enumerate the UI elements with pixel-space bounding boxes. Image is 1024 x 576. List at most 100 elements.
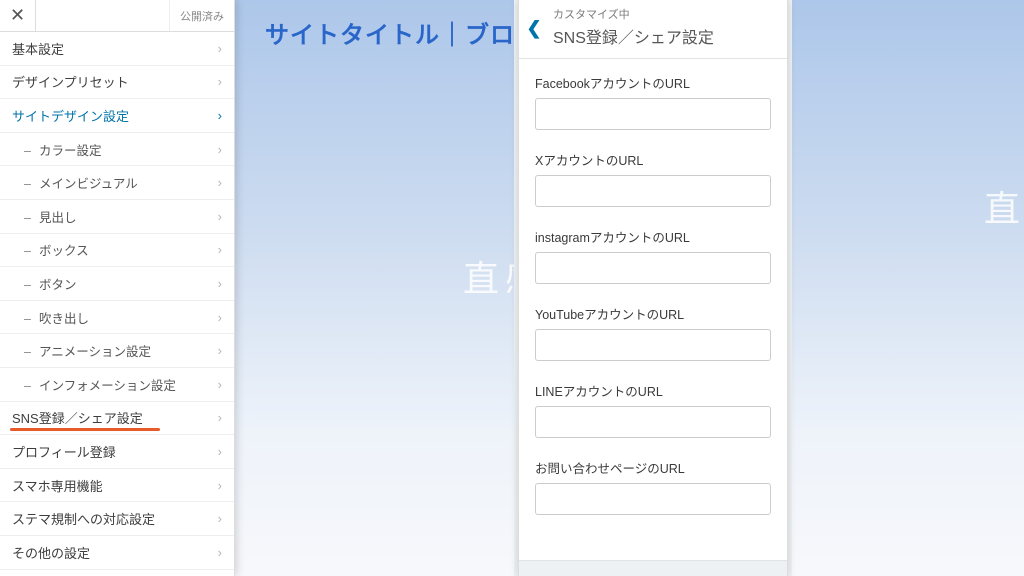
panel-header: ❮ カスタマイズ中 SNS登録／シェア設定 (519, 0, 787, 59)
sidebar-item-label: サイトデザイン設定 (12, 106, 129, 125)
sidebar-item-label: –吹き出し (24, 308, 89, 327)
dash-icon: – (24, 144, 31, 158)
sidebar-subitem[interactable]: –カラー設定 › (0, 133, 234, 167)
customize-sidebar: ✕ 公開済み 基本設定›デザインプリセット›サイトデザイン設定›–カラー設定›–… (0, 0, 235, 576)
sidebar-item-text: メインビジュアル (39, 177, 138, 191)
field-label: お問い合わせページのURL (535, 458, 771, 477)
chevron-right-icon: › (218, 444, 222, 459)
sidebar-item-label: –アニメーション設定 (24, 341, 151, 360)
url-field-block: FacebookアカウントのURL (535, 73, 771, 130)
sidebar-subitem[interactable]: –アニメーション設定 › (0, 334, 234, 368)
sidebar-item[interactable]: デザインプリセット › (0, 66, 234, 100)
publish-status[interactable]: 公開済み (169, 0, 234, 31)
sidebar-item[interactable]: その他の設定 › (0, 536, 234, 570)
chevron-right-icon: › (218, 276, 222, 291)
sidebar-item-label: –カラー設定 (24, 140, 101, 159)
dash-icon: – (24, 211, 31, 225)
sidebar-item-label: –見出し (24, 207, 76, 226)
sidebar-item-label: –インフォメーション設定 (24, 375, 176, 394)
chevron-right-icon: › (218, 242, 222, 257)
chevron-right-icon: › (218, 41, 222, 56)
sidebar-item-text: アニメーション設定 (39, 345, 151, 359)
url-field-block: お問い合わせページのURL (535, 458, 771, 515)
sidebar-item-label: –ボタン (24, 274, 76, 293)
chevron-right-icon: › (218, 478, 222, 493)
field-label: XアカウントのURL (535, 150, 771, 169)
chevron-right-icon: › (218, 142, 222, 157)
sidebar-item-text: 吹き出し (39, 312, 89, 326)
sidebar-item-label: プロフィール登録 (12, 442, 116, 461)
sidebar-item[interactable]: スマホ専用機能 › (0, 469, 234, 503)
sidebar-subitem[interactable]: –メインビジュアル › (0, 166, 234, 200)
sidebar-item-text: デザインプリセット (12, 75, 129, 90)
url-input[interactable] (535, 252, 771, 284)
highlight-underline (10, 428, 160, 431)
chevron-left-icon: ❮ (526, 18, 541, 38)
sidebar-subitem[interactable]: –見出し › (0, 200, 234, 234)
dash-icon: – (24, 379, 31, 393)
chevron-right-icon: › (218, 108, 222, 123)
field-label: instagramアカウントのURL (535, 227, 771, 246)
dash-icon: – (24, 345, 31, 359)
sidebar-subitem[interactable]: –インフォメーション設定 › (0, 368, 234, 402)
sidebar-item-text: ボックス (39, 244, 89, 258)
sidebar-item-text: スマホ専用機能 (12, 479, 103, 494)
sidebar-item-text: ステマ規制への対応設定 (12, 512, 155, 527)
panel-body: FacebookアカウントのURL XアカウントのURL instagramアカウン… (519, 59, 787, 560)
chevron-right-icon: › (218, 343, 222, 358)
sidebar-item-text: 基本設定 (12, 42, 64, 57)
hero-text-fragment-right: 直 (984, 180, 1024, 232)
field-label: FacebookアカウントのURL (535, 73, 771, 92)
url-input[interactable] (535, 175, 771, 207)
url-field-block: XアカウントのURL (535, 150, 771, 207)
chevron-right-icon: › (218, 410, 222, 425)
sidebar-item-label: –ボックス (24, 240, 89, 259)
sidebar-subitem[interactable]: –ボックス › (0, 234, 234, 268)
chevron-right-icon: › (218, 209, 222, 224)
sidebar-item[interactable]: ステマ規制への対応設定 › (0, 502, 234, 536)
sidebar-item-text: SNS登録／シェア設定 (12, 411, 143, 426)
sidebar-item[interactable]: 基本設定 › (0, 32, 234, 66)
sidebar-item-text: 見出し (39, 211, 77, 225)
sidebar-item-label: SNS登録／シェア設定 (12, 408, 143, 427)
panel-title: SNS登録／シェア設定 (553, 24, 777, 48)
url-input[interactable] (535, 329, 771, 361)
dash-icon: – (24, 278, 31, 292)
url-field-block: LINEアカウントのURL (535, 381, 771, 438)
sidebar-item-text: インフォメーション設定 (39, 379, 176, 393)
url-input[interactable] (535, 406, 771, 438)
dash-icon: – (24, 312, 31, 326)
sidebar-item-text: その他の設定 (12, 546, 90, 561)
chevron-right-icon: › (218, 310, 222, 325)
chevron-right-icon: › (218, 545, 222, 560)
url-input[interactable] (535, 98, 771, 130)
chevron-right-icon: › (218, 74, 222, 89)
sidebar-item-label: –メインビジュアル (24, 173, 138, 192)
sidebar-item-label: デザインプリセット (12, 72, 129, 91)
sidebar-subitem[interactable]: –吹き出し › (0, 301, 234, 335)
sidebar-item-text: ボタン (39, 278, 77, 292)
chevron-right-icon: › (218, 377, 222, 392)
sidebar-item[interactable]: プロフィール登録 › (0, 435, 234, 469)
url-input[interactable] (535, 483, 771, 515)
sidebar-item-label: 基本設定 (12, 39, 64, 58)
dash-icon: – (24, 244, 31, 258)
sidebar-menu: 基本設定›デザインプリセット›サイトデザイン設定›–カラー設定›–メインビジュア… (0, 32, 234, 570)
sidebar-item-text: カラー設定 (39, 144, 102, 158)
field-label: YouTubeアカウントのURL (535, 304, 771, 323)
sidebar-item-label: ステマ規制への対応設定 (12, 509, 155, 528)
sidebar-item-label: スマホ専用機能 (12, 476, 103, 495)
back-button[interactable]: ❮ (525, 18, 543, 39)
dash-icon: – (24, 177, 31, 191)
close-icon: ✕ (10, 5, 25, 26)
sidebar-item[interactable]: サイトデザイン設定 › (0, 99, 234, 133)
url-field-block: instagramアカウントのURL (535, 227, 771, 284)
sidebar-item[interactable]: SNS登録／シェア設定 › (0, 402, 234, 436)
url-field-block: YouTubeアカウントのURL (535, 304, 771, 361)
panel-supertitle: カスタマイズ中 (553, 6, 777, 22)
close-customizer-button[interactable]: ✕ (0, 0, 36, 31)
chevron-right-icon: › (218, 511, 222, 526)
sidebar-item-text: プロフィール登録 (12, 445, 116, 460)
sidebar-subitem[interactable]: –ボタン › (0, 267, 234, 301)
chevron-right-icon: › (218, 175, 222, 190)
